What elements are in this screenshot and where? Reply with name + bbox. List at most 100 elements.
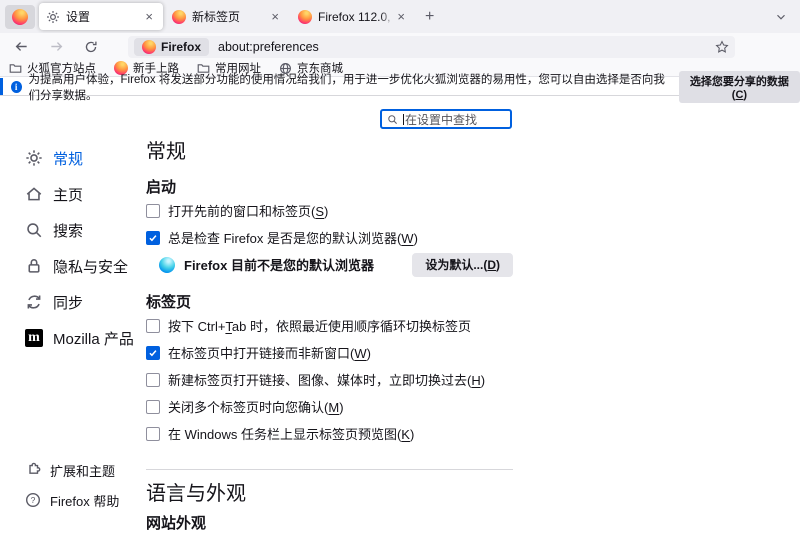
section-divider xyxy=(146,469,513,470)
default-browser-status-text: Firefox 目前不是您的默认浏览器 xyxy=(184,255,374,274)
browser-tab[interactable]: 设置× xyxy=(39,3,163,30)
gear-icon xyxy=(25,149,43,167)
default-browser-row: Firefox 目前不是您的默认浏览器 设为默认...(D) xyxy=(146,251,513,278)
sidebar-item-sync[interactable]: 同步 xyxy=(0,284,142,320)
help-icon: ? xyxy=(25,492,41,508)
sidebar-item-lock[interactable]: 隐私与安全 xyxy=(0,248,142,284)
settings-groups: 启动打开先前的窗口和标签页(S) 总是检查 Firefox 是否是您的默认浏览器(… xyxy=(146,179,513,447)
checkbox-label[interactable]: 打开先前的窗口和标签页(S) xyxy=(168,201,328,220)
text-caret xyxy=(403,114,404,125)
info-icon: i xyxy=(11,81,22,93)
sidebar-footer-item-extensions[interactable]: 扩展和主题 xyxy=(0,455,142,485)
checkbox-label[interactable]: 总是检查 Firefox 是否是您的默认浏览器(W) xyxy=(168,228,418,247)
sidebar-item-label: 常规 xyxy=(53,148,83,169)
preference-row: 新建标签页打开链接、图像、媒体时，立即切换过去(H) xyxy=(146,366,513,393)
new-tab-button[interactable]: + xyxy=(417,6,442,28)
notification-accent xyxy=(0,78,3,95)
checkbox-label[interactable]: 按下 Ctrl+Tab 时，依照最近使用顺序循环切换标签页 xyxy=(168,316,471,335)
site-identity-chip[interactable]: Firefox xyxy=(134,38,209,56)
group-heading: 标签页 xyxy=(146,294,513,312)
checkbox[interactable] xyxy=(146,319,160,333)
section-title: 语言与外观 xyxy=(146,483,513,505)
sidebar-footer-item-help[interactable]: ? Firefox 帮助 xyxy=(0,485,142,515)
checkbox-label[interactable]: 关闭多个标签页时向您确认(M) xyxy=(168,397,344,416)
sidebar-item-search[interactable]: 搜索 xyxy=(0,212,142,248)
browser-tab[interactable]: Firefox 112.0, See All New Fe× xyxy=(291,3,415,30)
star-icon xyxy=(715,40,729,54)
sidebar-footer: 扩展和主题? Firefox 帮助 xyxy=(0,455,142,515)
chevron-down-icon xyxy=(774,10,788,24)
tab-bar: 设置×新标签页×Firefox 112.0, See All New Fe× + xyxy=(0,0,800,33)
notification-text: 为提高用户体验，Firefox 将发送部分功能的使用情况给我们，用于进一步优化火… xyxy=(29,71,665,103)
checkbox-label[interactable]: 在 Windows 任务栏上显示标签页预览图(K) xyxy=(168,424,414,443)
group-heading: 启动 xyxy=(146,179,513,197)
folder-icon xyxy=(9,62,22,75)
firefox-icon xyxy=(298,10,312,24)
preference-row: 在 Windows 任务栏上显示标签页预览图(K) xyxy=(146,420,513,447)
sidebar-item-mozilla[interactable]: m Mozilla 产品 xyxy=(0,320,142,356)
settings-sidebar: 常规主页搜索隐私与安全同步 m Mozilla 产品 xyxy=(0,140,142,356)
page-title: 常规 xyxy=(146,141,513,163)
tab-strip: 设置×新标签页×Firefox 112.0, See All New Fe× xyxy=(39,3,417,30)
subsection-heading: 网站外观 xyxy=(146,515,513,533)
set-default-button[interactable]: 设为默认...(D) xyxy=(412,253,513,277)
choose-shared-data-button[interactable]: 选择您要分享的数据(C) xyxy=(679,71,800,103)
home-icon xyxy=(25,185,43,203)
tab-title: 设置 xyxy=(66,8,142,25)
mozilla-icon: m xyxy=(25,329,43,347)
reload-icon xyxy=(84,40,98,54)
forward-button[interactable] xyxy=(43,36,70,57)
sidebar-item-gear[interactable]: 常规 xyxy=(0,140,142,176)
extensions-icon xyxy=(25,462,41,478)
tab-title: 新标签页 xyxy=(192,8,268,25)
preference-row: 打开先前的窗口和标签页(S) xyxy=(146,197,513,224)
tab-close-button[interactable]: × xyxy=(394,8,408,25)
firefox-icon xyxy=(172,10,186,24)
sidebar-item-label: Firefox 帮助 xyxy=(50,491,119,510)
checkbox[interactable] xyxy=(146,204,160,218)
checkbox[interactable] xyxy=(146,346,160,360)
tab-title: Firefox 112.0, See All New Fe xyxy=(318,10,394,24)
preference-row: 按下 Ctrl+Tab 时，依照最近使用顺序循环切换标签页 xyxy=(146,312,513,339)
sidebar-item-home[interactable]: 主页 xyxy=(0,176,142,212)
tab-close-button[interactable]: × xyxy=(268,8,282,25)
svg-text:?: ? xyxy=(31,495,36,505)
notification-bar: i 为提高用户体验，Firefox 将发送部分功能的使用情况给我们，用于进一步优… xyxy=(0,78,800,96)
tab-close-button[interactable]: × xyxy=(142,8,156,25)
firefox-view-button[interactable] xyxy=(5,5,35,29)
checkbox[interactable] xyxy=(146,400,160,414)
checkbox[interactable] xyxy=(146,427,160,441)
sidebar-item-label: 主页 xyxy=(53,184,83,205)
preference-row: 总是检查 Firefox 是否是您的默认浏览器(W) xyxy=(146,224,513,251)
lock-icon xyxy=(25,257,43,275)
sidebar-item-label: 隐私与安全 xyxy=(53,256,128,277)
url-bar[interactable]: Firefox about:preferences xyxy=(128,36,735,58)
sidebar-item-label: Mozilla 产品 xyxy=(53,328,134,349)
back-arrow-icon xyxy=(14,39,29,54)
firefox-grayscale-icon xyxy=(159,257,175,273)
sidebar-item-label: 搜索 xyxy=(53,220,83,241)
checkbox[interactable] xyxy=(146,373,160,387)
back-button[interactable] xyxy=(8,36,35,57)
reload-button[interactable] xyxy=(78,37,104,57)
search-placeholder: 在设置中查找 xyxy=(405,111,477,128)
firefox-logo-icon xyxy=(142,40,156,54)
settings-search-input[interactable]: 在设置中查找 xyxy=(380,109,512,129)
settings-main-pane: 常规 启动打开先前的窗口和标签页(S) 总是检查 Firefox 是否是您的默认浏… xyxy=(146,141,513,533)
search-icon xyxy=(387,114,398,125)
sidebar-item-label: 同步 xyxy=(53,292,83,313)
gear-icon xyxy=(46,10,60,24)
bookmark-star-button[interactable] xyxy=(715,40,729,54)
browser-tab[interactable]: 新标签页× xyxy=(165,3,289,30)
checkbox-label[interactable]: 新建标签页打开链接、图像、媒体时，立即切换过去(H) xyxy=(168,370,485,389)
sidebar-item-label: 扩展和主题 xyxy=(50,461,115,480)
url-text: about:preferences xyxy=(218,40,319,54)
checkbox[interactable] xyxy=(146,231,160,245)
preference-row: 关闭多个标签页时向您确认(M) xyxy=(146,393,513,420)
preference-row: 在标签页中打开链接而非新窗口(W) xyxy=(146,339,513,366)
checkbox-label[interactable]: 在标签页中打开链接而非新窗口(W) xyxy=(168,343,371,362)
list-all-tabs-button[interactable] xyxy=(774,10,788,24)
firefox-logo-icon xyxy=(12,9,28,25)
site-identity-label: Firefox xyxy=(161,40,201,54)
forward-arrow-icon xyxy=(49,39,64,54)
